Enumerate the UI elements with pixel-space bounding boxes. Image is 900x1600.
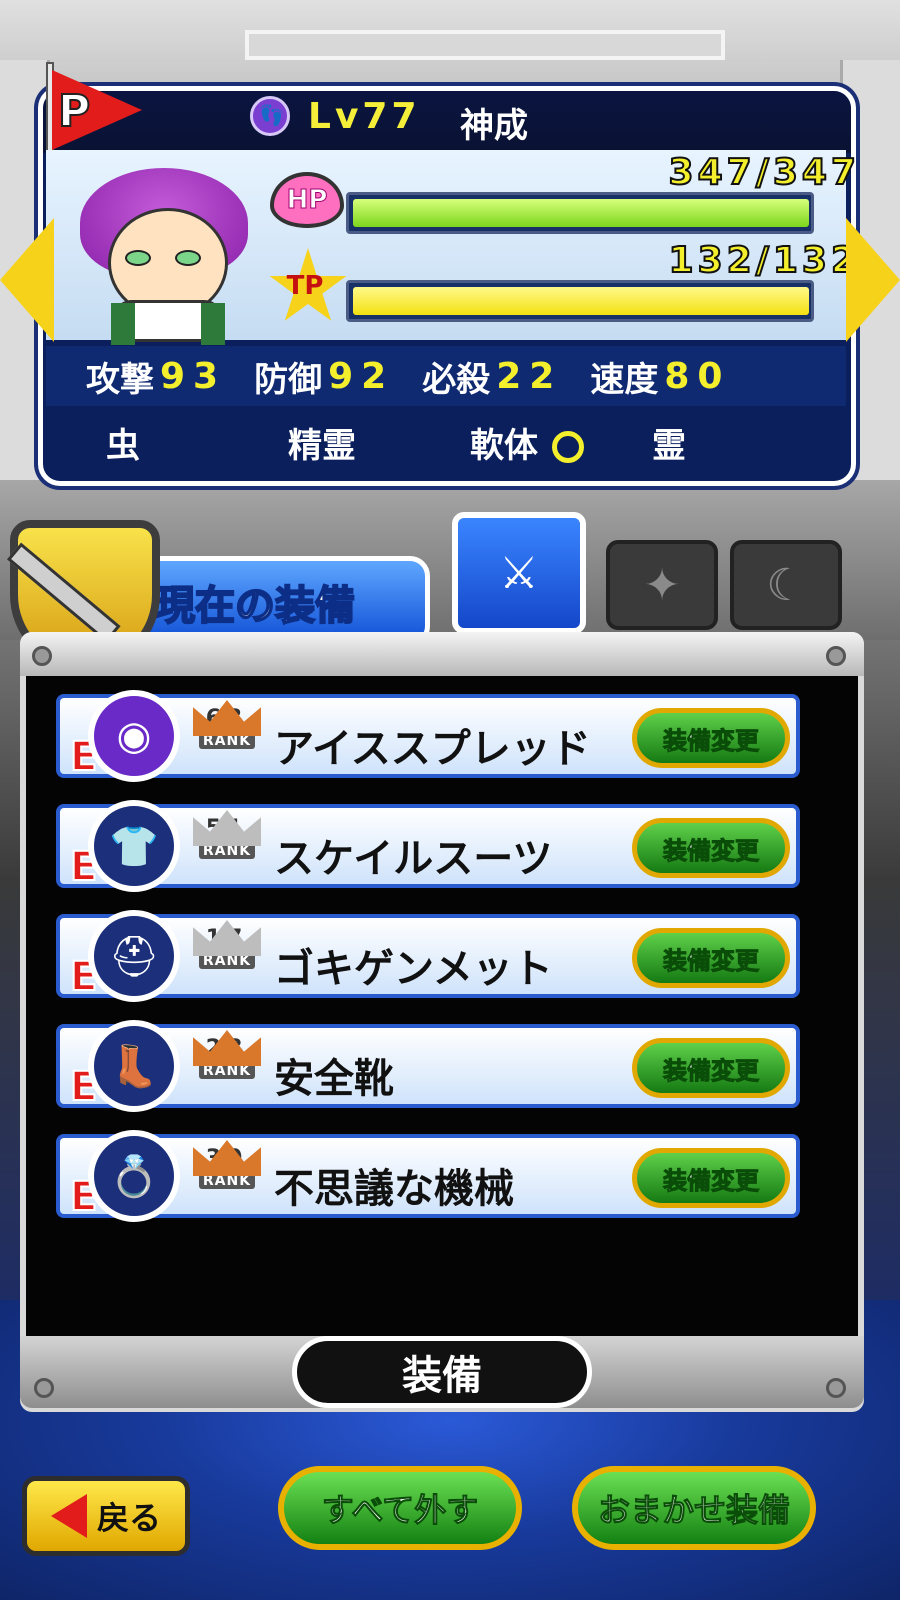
equipment-panel-top-bar: [20, 632, 864, 676]
flag-letter: P: [57, 85, 91, 138]
stats-row: 攻撃 93 防御 92 必殺 22 速度 80: [46, 346, 846, 406]
tp-star-icon: TP: [268, 248, 347, 321]
tp-bar: [346, 280, 814, 322]
equipment-shirt-sword-icon: ⚔: [499, 547, 539, 599]
equipment-row-shoes: E 👢 28 RANK 安全靴 装備変更: [56, 1020, 800, 1112]
current-equipment-title: 現在の装備: [154, 582, 356, 630]
sparkle-icon: ✦: [643, 559, 681, 611]
equip-button[interactable]: 装備: [292, 1336, 592, 1408]
footprint-icon: [250, 96, 290, 136]
screw-icon: [826, 646, 846, 666]
auto-equip-button[interactable]: おまかせ装備: [572, 1466, 816, 1550]
stat-speed: 速度 80: [590, 355, 731, 400]
avatar-eye-left: [125, 250, 151, 266]
status-header: [43, 91, 851, 153]
character-avatar-shirt: [111, 300, 225, 345]
crescent-icon: ☾: [766, 559, 806, 611]
types-row: 虫 精霊 軟体 霊: [46, 410, 846, 474]
rank-crown-icon: 28 RANK: [190, 1030, 264, 1104]
tab-accessory[interactable]: ✦: [606, 540, 718, 630]
equipment-row-helmet: E ⛑ 17 RANK ゴキゲンメット 装備変更: [56, 910, 800, 1002]
change-equipment-button[interactable]: 装備変更: [632, 1148, 790, 1208]
weakness-circle-icon: [552, 431, 584, 463]
type-mollusk: 軟体: [410, 418, 592, 467]
character-name: 神成: [460, 106, 528, 146]
item-name: スケイルスーツ: [274, 836, 553, 882]
rank-crown-icon: 30 RANK: [190, 1140, 264, 1214]
screw-icon: [826, 1378, 846, 1398]
type-ghost: 霊: [652, 425, 686, 466]
previous-character-arrow-icon[interactable]: [0, 218, 54, 342]
change-equipment-button[interactable]: 装備変更: [632, 928, 790, 988]
tab-skill[interactable]: ☾: [730, 540, 842, 630]
hp-value: 347/347: [668, 151, 860, 194]
item-name: ゴキゲンメット: [274, 946, 553, 992]
equipment-row-armor: E 👕 51 RANK スケイルスーツ 装備変更: [56, 800, 800, 892]
item-name: 不思議な機械: [274, 1166, 514, 1212]
back-arrow-icon: [50, 1494, 87, 1538]
type-spirit: 精霊: [288, 425, 356, 466]
item-name: 安全靴: [274, 1056, 394, 1102]
equipment-row-weapon: E ◉ 63 RANK アイススプレッド 装備変更: [56, 690, 800, 782]
helmet-icon: ⛑: [88, 910, 180, 1002]
armor-shirt-icon: 👕: [88, 800, 180, 892]
next-character-arrow-icon[interactable]: [846, 218, 900, 342]
shoe-icon: 👢: [88, 1020, 180, 1112]
stat-attack: 攻撃 93: [86, 355, 227, 400]
weapon-slot-icon: ◉: [88, 690, 180, 782]
screw-icon: [34, 1378, 54, 1398]
unequip-all-button[interactable]: すべて外す: [278, 1466, 522, 1550]
hp-bar-fill: [353, 199, 809, 227]
tp-value: 132/132: [668, 239, 860, 282]
back-button[interactable]: 戻る: [22, 1476, 190, 1556]
background-ceiling-light: [245, 30, 725, 60]
rank-crown-icon: 51 RANK: [190, 810, 264, 884]
ring-icon: 💍: [88, 1130, 180, 1222]
change-equipment-button[interactable]: 装備変更: [632, 708, 790, 768]
stat-special: 必殺 22: [422, 355, 563, 400]
stat-defense: 防御 92: [254, 355, 395, 400]
hp-bar: [346, 192, 814, 234]
character-level: Lv77: [308, 96, 421, 137]
tab-equipment[interactable]: ⚔: [452, 512, 586, 634]
change-equipment-button[interactable]: 装備変更: [632, 1038, 790, 1098]
tp-bar-fill: [353, 287, 809, 315]
change-equipment-button[interactable]: 装備変更: [632, 818, 790, 878]
rank-crown-icon: 17 RANK: [190, 920, 264, 994]
item-name: アイススプレッド: [274, 726, 591, 772]
type-insect: 虫: [106, 425, 140, 466]
equipment-row-accessory: E 💍 30 RANK 不思議な機械 装備変更: [56, 1130, 800, 1222]
screw-icon: [32, 646, 52, 666]
rank-crown-icon: 63 RANK: [190, 700, 264, 774]
avatar-eye-right: [175, 250, 201, 266]
